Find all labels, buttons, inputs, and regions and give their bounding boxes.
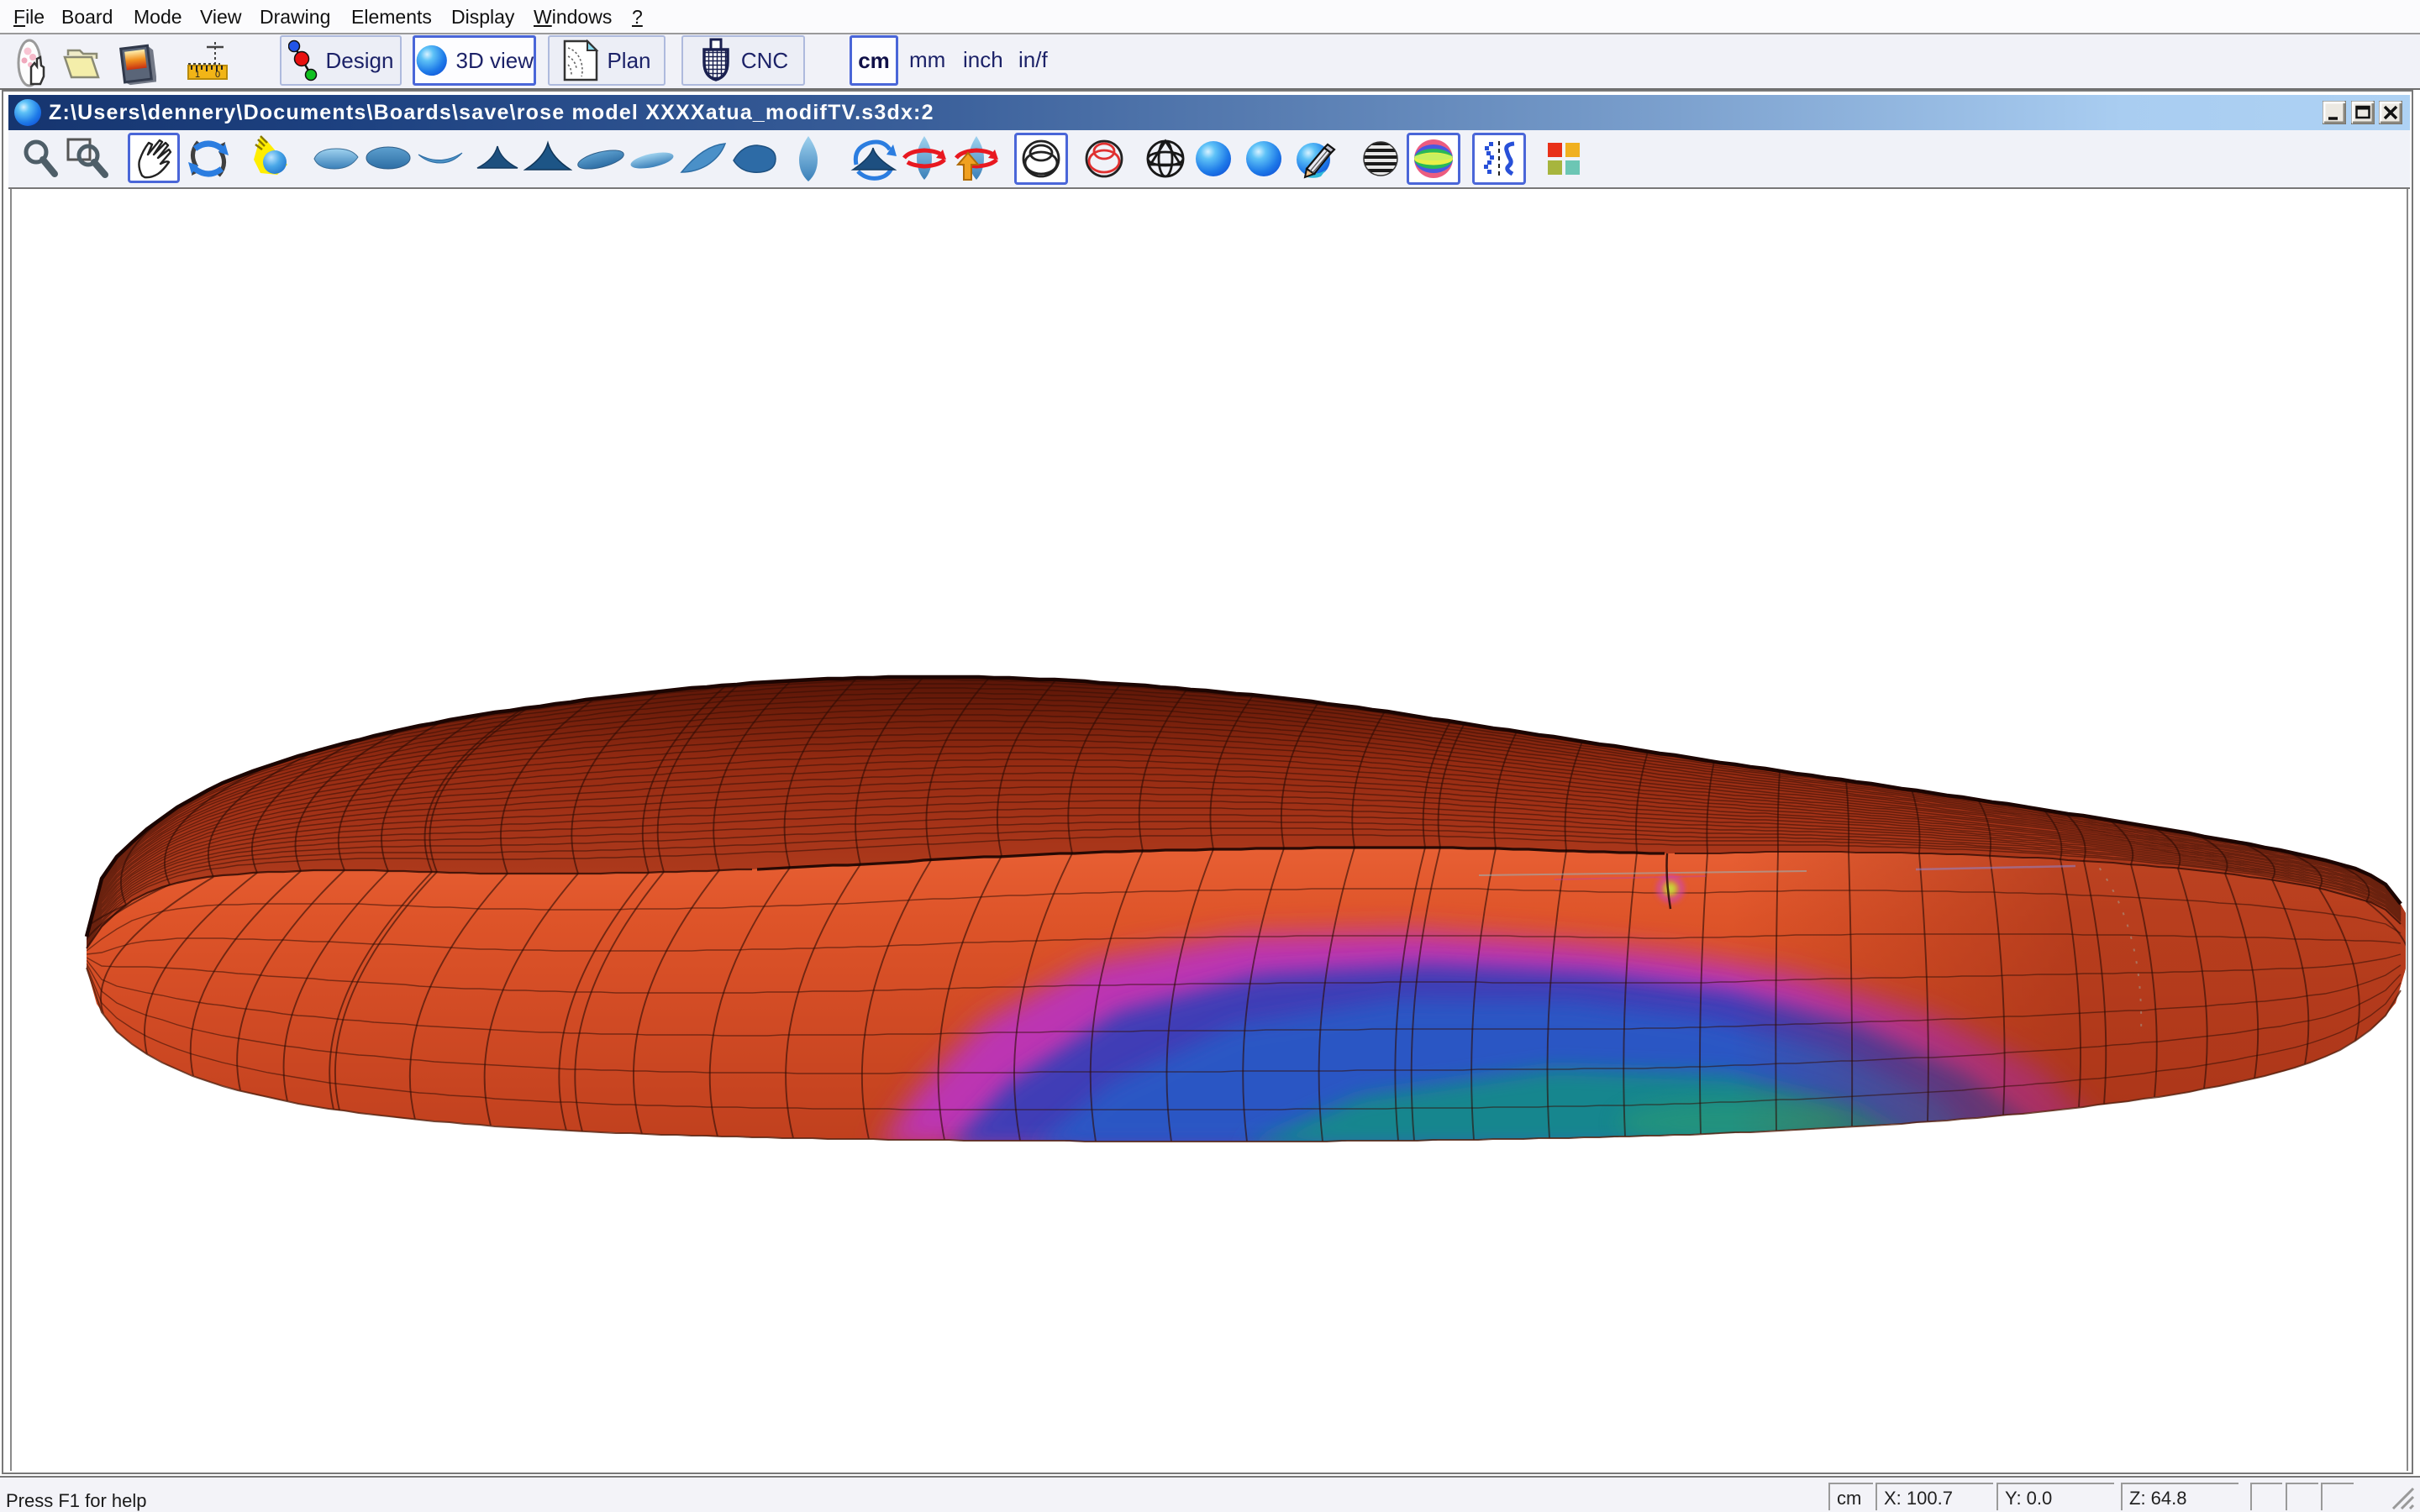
svg-text:1: 1 — [195, 70, 200, 80]
svg-text:0: 0 — [215, 70, 220, 80]
